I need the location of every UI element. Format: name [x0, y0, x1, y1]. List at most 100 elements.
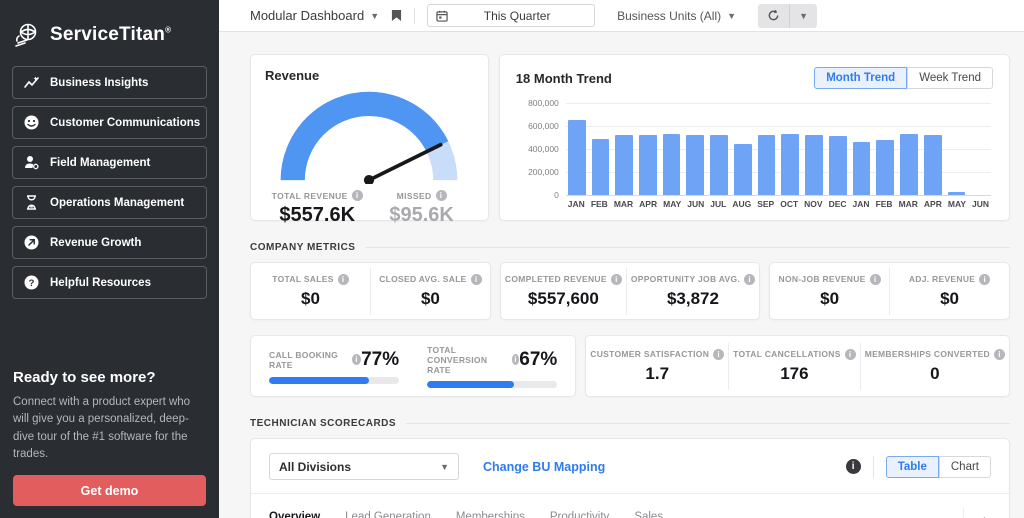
sidebar-item-label: Operations Management: [50, 197, 184, 209]
sidebar-item-helpful-resources[interactable]: ? Helpful Resources: [12, 266, 207, 299]
opportunity-job-avg-metric: OPPORTUNITY JOB AVG. $3,872: [626, 268, 759, 315]
controls-divider: [873, 456, 874, 478]
x-axis-tick: JUN: [972, 199, 989, 209]
info-icon[interactable]: [611, 274, 622, 285]
info-icon[interactable]: [744, 274, 755, 285]
y-axis-tick: 600,000: [528, 121, 559, 131]
info-icon[interactable]: [713, 349, 724, 360]
x-axis-tick: MAY: [948, 199, 966, 209]
metric-value: $0: [255, 289, 366, 309]
metric-label: ADJ. REVENUE: [909, 274, 975, 284]
metric-label: TOTAL SALES: [272, 274, 333, 284]
chevron-down-icon: ▼: [799, 11, 808, 21]
total-revenue-value: $557.6K: [265, 204, 369, 227]
total-revenue-stat: TOTAL REVENUE $557.6K: [265, 190, 369, 227]
tab-productivity[interactable]: Productivity: [550, 511, 609, 518]
total-revenue-label: TOTAL REVENUE: [272, 191, 348, 201]
week-trend-button[interactable]: Week Trend: [907, 67, 993, 89]
tab-sales[interactable]: Sales: [634, 511, 663, 518]
metric-value: 1.7: [590, 364, 724, 384]
info-icon[interactable]: [979, 274, 990, 285]
missed-revenue-stat: MISSED $95.6K: [369, 190, 473, 227]
refresh-options-button[interactable]: ▼: [790, 4, 817, 28]
servicetitan-logo-icon: [12, 20, 42, 50]
date-range-picker[interactable]: This Quarter: [427, 4, 595, 27]
trend-card: 18 Month Trend Month Trend Week Trend 02…: [499, 54, 1010, 221]
info-icon[interactable]: [846, 459, 861, 474]
bar: [853, 142, 871, 195]
metric-value: 176: [733, 364, 856, 384]
bar: [568, 120, 586, 195]
tab-lead-generation[interactable]: Lead Generation: [345, 511, 431, 518]
info-icon[interactable]: [870, 274, 881, 285]
total-sales-metric: TOTAL SALES $0: [251, 268, 370, 315]
business-units-selector[interactable]: Business Units (All) ▼: [617, 9, 736, 23]
metric-label: NON-JOB REVENUE: [779, 274, 866, 284]
sidebar-item-operations-management[interactable]: Operations Management: [12, 186, 207, 219]
bar: [639, 135, 657, 195]
metric-label: CALL BOOKING RATE: [269, 350, 348, 370]
tab-memberships[interactable]: Memberships: [456, 511, 525, 518]
revenue-metrics-card: COMPLETED REVENUE $557,600 OPPORTUNITY J…: [500, 262, 760, 320]
info-icon[interactable]: [994, 349, 1005, 360]
sidebar-item-revenue-growth[interactable]: Revenue Growth: [12, 226, 207, 259]
sidebar-item-field-management[interactable]: Field Management: [12, 146, 207, 179]
tab-overview[interactable]: Overview: [269, 511, 320, 518]
calendar-icon: [436, 10, 448, 22]
x-axis-tick: AUG: [732, 199, 751, 209]
refresh-button[interactable]: [758, 4, 789, 28]
sidebar-item-customer-communications[interactable]: Customer Communications: [12, 106, 207, 139]
table-view-button[interactable]: Table: [886, 456, 939, 478]
bar: [615, 135, 633, 195]
sidebar-item-business-insights[interactable]: Business Insights: [12, 66, 207, 99]
month-trend-button[interactable]: Month Trend: [814, 67, 907, 89]
x-axis-tick: FEB: [591, 199, 608, 209]
info-icon[interactable]: [436, 190, 447, 201]
info-icon[interactable]: [352, 354, 361, 365]
dashboard-screen: ServiceTitan® Business Insights Customer…: [0, 0, 1024, 518]
bookmark-icon[interactable]: [391, 9, 402, 22]
arrow-up-circle-icon: [23, 234, 40, 251]
bar: [876, 140, 894, 195]
bar: [663, 134, 681, 195]
question-circle-icon: ?: [23, 274, 40, 291]
download-icon[interactable]: [963, 507, 991, 518]
chevron-down-icon[interactable]: ▼: [370, 11, 379, 21]
y-axis-tick: 400,000: [528, 144, 559, 154]
x-axis-tick: MAY: [663, 199, 681, 209]
cta-heading: Ready to see more?: [13, 369, 206, 386]
chart-view-button[interactable]: Chart: [939, 456, 991, 478]
info-icon[interactable]: [512, 354, 520, 365]
svg-text:?: ?: [29, 278, 35, 289]
info-icon[interactable]: [845, 349, 856, 360]
bar: [758, 135, 776, 195]
x-axis-tick: OCT: [780, 199, 798, 209]
bar: [924, 135, 942, 195]
x-axis-tick: JUL: [710, 199, 726, 209]
get-demo-button[interactable]: Get demo: [13, 475, 206, 506]
trend-card-title: 18 Month Trend: [516, 71, 612, 86]
missed-label: MISSED: [397, 191, 432, 201]
sidebar-item-label: Helpful Resources: [50, 277, 151, 289]
info-icon[interactable]: [352, 190, 363, 201]
change-bu-mapping-link[interactable]: Change BU Mapping: [483, 460, 605, 474]
sidebar-nav: Business Insights Customer Communication…: [0, 66, 219, 299]
info-icon[interactable]: [338, 274, 349, 285]
x-axis-tick: APR: [924, 199, 942, 209]
info-icon[interactable]: [471, 274, 482, 285]
gauge-needle: [369, 145, 441, 180]
metric-value: $0: [375, 289, 486, 309]
satisfaction-card: CUSTOMER SATISFACTION 1.7 TOTAL CANCELLA…: [585, 335, 1010, 397]
metric-value: $0: [894, 289, 1005, 309]
chevron-down-icon: ▼: [727, 11, 736, 21]
sidebar-item-label: Field Management: [50, 157, 150, 169]
gauge-chart: [276, 87, 462, 184]
bar: [710, 135, 728, 195]
trend-toggle: Month Trend Week Trend: [814, 67, 993, 89]
divisions-select[interactable]: All Divisions ▼: [269, 453, 459, 480]
dashboard-selector[interactable]: Modular Dashboard: [250, 8, 364, 23]
sidebar: ServiceTitan® Business Insights Customer…: [0, 0, 219, 518]
x-axis-tick: MAR: [899, 199, 918, 209]
bar: [592, 139, 610, 195]
bar: [829, 136, 847, 195]
